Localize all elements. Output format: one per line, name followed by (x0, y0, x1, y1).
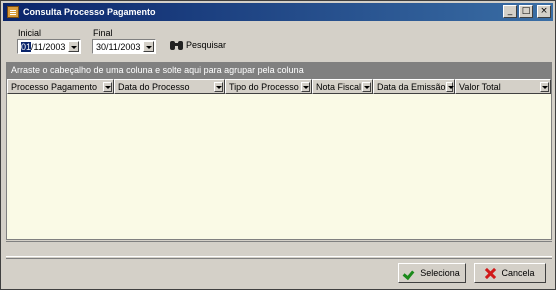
window-title: Consulta Processo Pagamento (23, 7, 156, 17)
check-icon (404, 268, 415, 278)
final-date-value: 30/11/2003 (96, 41, 141, 52)
window-controls: _ □ × (503, 5, 551, 18)
initial-date-field[interactable]: 01/11/2003 (17, 39, 81, 54)
group-by-panel[interactable]: Arraste o cabeçalho de uma coluna e solt… (6, 62, 552, 78)
final-date-field[interactable]: 30/11/2003 (92, 39, 156, 54)
column-header-valor-total[interactable]: Valor Total (455, 79, 551, 94)
column-header-data-emissao[interactable]: Data da Emissão (373, 79, 455, 94)
divider (6, 258, 552, 259)
cancel-button-label: Cancela (501, 268, 535, 278)
minimize-button[interactable]: _ (503, 5, 517, 18)
initial-date-rest: /11/2003 (31, 41, 66, 52)
results-grid[interactable]: Processo Pagamento Data do Processo Tipo… (6, 78, 552, 240)
initial-date-value: 01/11/2003 (18, 41, 68, 52)
column-filter-icon[interactable] (214, 81, 223, 92)
select-button[interactable]: Seleciona (398, 263, 466, 283)
cancel-button[interactable]: Cancela (474, 263, 546, 283)
final-date-label: Final (93, 28, 113, 38)
initial-date-dropdown-button[interactable] (68, 41, 79, 52)
maximize-button[interactable]: □ (519, 5, 533, 18)
column-header-tipo-processo[interactable]: Tipo do Processo (225, 79, 312, 94)
final-date-dropdown-button[interactable] (143, 41, 154, 52)
column-header-nota-fiscal[interactable]: Nota Fiscal (312, 79, 373, 94)
title-bar[interactable]: Consulta Processo Pagamento _ □ × (3, 3, 553, 21)
chevron-down-icon (146, 46, 152, 49)
grid-footer (6, 241, 552, 257)
main-window: Consulta Processo Pagamento _ □ × Inicia… (0, 0, 556, 290)
binoculars-icon (170, 40, 183, 50)
column-filter-icon[interactable] (362, 81, 371, 92)
initial-date-day: 01 (21, 41, 32, 52)
chevron-down-icon (71, 46, 77, 49)
column-filter-icon[interactable] (301, 81, 310, 92)
column-filter-icon[interactable] (445, 81, 454, 92)
search-label: Pesquisar (186, 40, 227, 50)
initial-date-label: Inicial (18, 28, 42, 38)
close-button[interactable]: × (537, 5, 551, 18)
column-filter-icon[interactable] (103, 81, 112, 92)
select-button-label: Seleciona (420, 268, 460, 278)
column-header-data-processo[interactable]: Data do Processo (114, 79, 225, 94)
column-filter-icon[interactable] (540, 81, 549, 92)
search-button[interactable]: Pesquisar (170, 40, 226, 50)
column-header-processo-pagamento[interactable]: Processo Pagamento (7, 79, 114, 94)
close-icon (485, 268, 496, 279)
grid-header: Processo Pagamento Data do Processo Tipo… (7, 79, 551, 94)
app-icon (7, 6, 19, 18)
